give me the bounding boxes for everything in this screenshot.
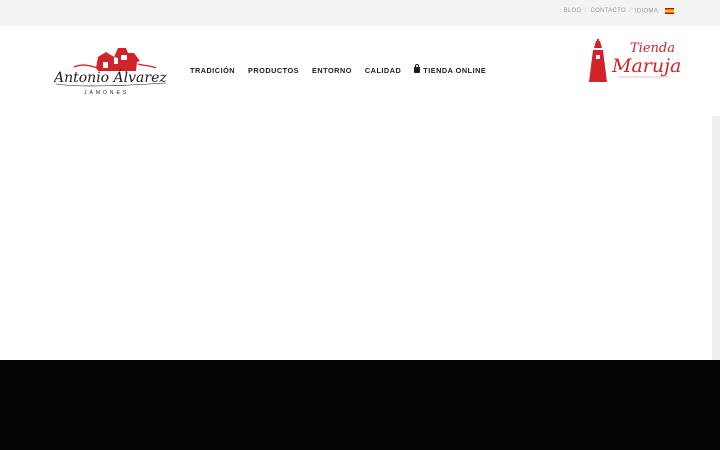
blog-link[interactable]: BLOG	[564, 8, 582, 14]
main-content-area	[0, 116, 712, 360]
language-label: IDIOMA:	[634, 8, 661, 15]
nav-item-calidad[interactable]: CALIDAD	[365, 66, 401, 75]
nav-item-tienda-online[interactable]: TIENDA ONLINE	[414, 64, 487, 75]
tienda-text: Tienda	[630, 41, 675, 56]
page-scrollbar[interactable]	[712, 116, 720, 360]
nav-item-entorno[interactable]: ENTORNO	[312, 66, 352, 75]
logo-script-text: Antonio Álvarez	[54, 68, 167, 86]
site-header: Antonio Álvarez JAMONES TRADICIÓN PRODUC…	[0, 26, 720, 116]
top-links: BLOG / CONTACTO / IDIOMA:	[564, 8, 674, 15]
main-navigation: TRADICIÓN PRODUCTOS ENTORNO CALIDAD TIEN…	[190, 64, 499, 75]
logo-sub-text: JAMONES	[84, 90, 129, 96]
language-selector[interactable]: IDIOMA:	[635, 8, 674, 15]
separator: /	[628, 8, 631, 15]
antonio-alvarez-logo[interactable]: Antonio Álvarez JAMONES	[52, 44, 168, 96]
logo-mark: Antonio Álvarez JAMONES	[52, 48, 167, 96]
nav-item-tradicion[interactable]: TRADICIÓN	[190, 66, 235, 75]
spain-flag-icon	[665, 8, 674, 14]
tienda-maruja-logo[interactable]: Tienda Maruja	[588, 38, 686, 88]
separator: /	[584, 8, 587, 15]
tienda-online-label: TIENDA ONLINE	[423, 66, 487, 75]
contact-link[interactable]: CONTACTO	[590, 8, 626, 14]
maruja-text: Maruja	[611, 55, 681, 77]
footer	[0, 360, 720, 450]
shopping-bag-icon	[414, 64, 421, 73]
top-bar: BLOG / CONTACTO / IDIOMA:	[0, 0, 720, 26]
tienda-maruja-mark: Tienda Maruja	[589, 39, 681, 82]
nav-item-productos[interactable]: PRODUCTOS	[248, 66, 299, 75]
